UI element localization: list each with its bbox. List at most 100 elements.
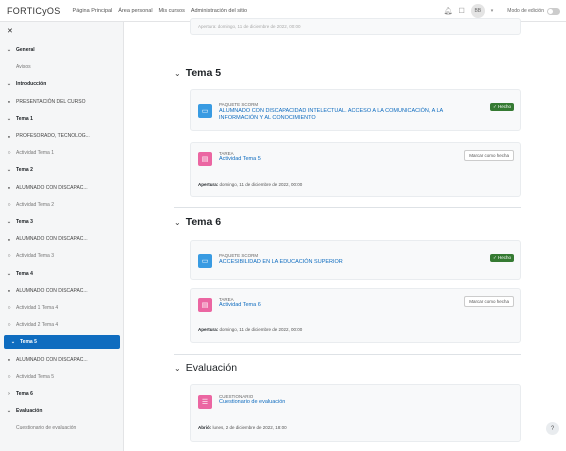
opens-label: Apertura: (198, 182, 219, 187)
quiz-activity-evaluacion[interactable]: ☰ CUESTIONARIO Cuestionario de evaluació… (190, 384, 521, 442)
sidebar-item[interactable]: Avisos (0, 60, 124, 74)
activity-link[interactable]: Actividad Tema 6 (219, 302, 261, 309)
sidebar-item[interactable]: ● ALUMNADO CON DISCAPAC... (0, 181, 124, 195)
activity-link[interactable]: Cuestionario de evaluación (219, 399, 285, 406)
primary-navigation: Página Principal Área personal Mis curso… (73, 8, 254, 14)
assignment-activity-tema5[interactable]: ▤ TAREA Actividad Tema 5 Marcar como hec… (190, 142, 521, 197)
activity-dot-icon: ● (7, 288, 11, 294)
completion-done-badge: ✓ Hecho (489, 103, 514, 111)
sidebar-item[interactable]: ○ Actividad Tema 3 (0, 249, 124, 263)
section-header-tema5[interactable]: ⌄ Tema 5 (174, 67, 221, 79)
chevron-down-icon: ⌄ (6, 47, 12, 53)
activity-dot-icon: ● (7, 185, 11, 191)
incomplete-circle-icon: ○ (7, 305, 11, 311)
assignment-icon: ▤ (198, 152, 212, 166)
sidebar-item[interactable]: ● PROFESORADO, TECNOLOG... (0, 129, 124, 143)
activity-dot-icon: ● (7, 133, 11, 139)
nav-home[interactable]: Página Principal (73, 8, 113, 14)
sidebar-item[interactable]: Cuestionario de evaluación (0, 421, 124, 435)
previous-opens-date: Apertura: domingo, 11 de diciembre de 20… (198, 24, 301, 29)
sidebar-item[interactable]: ● ALUMNADO CON DISCAPAC... (0, 284, 124, 298)
site-brand[interactable]: FORTICyOS (7, 6, 61, 16)
opens-value: lunes, 2 de diciembre de 2022, 18:00 (212, 425, 287, 430)
sidebar-item[interactable]: ⌄ Tema 2 (0, 163, 124, 177)
course-content: Apertura: domingo, 11 de diciembre de 20… (124, 18, 566, 451)
sidebar-item-label: Tema 2 (16, 167, 33, 174)
close-drawer-icon[interactable]: ✕ (7, 27, 13, 35)
assignment-icon: ▤ (198, 298, 212, 312)
sidebar-item-label: Actividad 2 Tema 4 (16, 322, 59, 329)
sidebar-item[interactable]: ○ Actividad Tema 5 (0, 370, 124, 384)
help-button[interactable]: ? (546, 422, 559, 435)
activity-dot-icon: ● (7, 236, 11, 242)
sidebar-item-label: Actividad Tema 1 (16, 150, 54, 157)
sidebar-item[interactable]: ○ Actividad Tema 1 (0, 146, 124, 160)
chevron-down-icon: ⌄ (6, 408, 12, 415)
mark-as-done-button[interactable]: Marcar como hecha (464, 296, 514, 307)
sidebar-item[interactable]: ● PRESENTACIÓN DEL CURSO (0, 95, 124, 109)
activity-link[interactable]: Actividad Tema 5 (219, 156, 261, 163)
incomplete-circle-icon: ○ (7, 253, 11, 260)
nav-dashboard[interactable]: Área personal (118, 8, 152, 14)
edit-mode-toggle[interactable] (547, 7, 560, 15)
scorm-package-icon: ▭ (198, 254, 212, 268)
sidebar-item-label: Cuestionario de evaluación (16, 425, 77, 432)
sidebar-item-label: Tema 4 (16, 270, 33, 277)
sidebar-item-label: Introducción (16, 81, 47, 88)
chevron-down-icon: ⌄ (6, 167, 12, 174)
sidebar-item[interactable]: ⌄ Tema 1 (0, 112, 124, 126)
sidebar-item[interactable]: ⌄ Tema 3 (0, 215, 124, 229)
incomplete-circle-icon: ○ (7, 322, 11, 329)
sidebar-item-label: Actividad Tema 2 (16, 201, 54, 208)
activity-link[interactable]: ALUMNADO CON DISCAPACIDAD INTELECTUAL. A… (219, 108, 459, 122)
chevron-down-icon[interactable]: ⌄ (174, 69, 181, 78)
sidebar-item[interactable]: ● ALUMNADO CON DISCAPAC... (0, 232, 124, 246)
section-title: Tema 5 (185, 67, 222, 79)
chevron-down-icon[interactable]: ⌄ (174, 364, 181, 373)
sidebar-item[interactable]: ⌄ Tema 5 (4, 335, 120, 350)
opens-date: Apertura: domingo, 11 de diciembre de 20… (198, 182, 302, 187)
sidebar-item-label: Evaluación (16, 408, 43, 415)
chevron-down-icon[interactable]: ▾ (491, 8, 494, 14)
sidebar-item-label: Actividad Tema 3 (16, 253, 54, 260)
sidebar-item[interactable]: ⌄ Tema 4 (0, 267, 124, 281)
activity-link[interactable]: ACCESIBILIDAD EN LA EDUCACIÓN SUPERIOR (219, 259, 343, 266)
sidebar-item-label: Actividad Tema 5 (16, 373, 54, 380)
nav-my-courses[interactable]: Mis cursos (159, 8, 185, 14)
chevron-down-icon[interactable]: ⌄ (174, 218, 181, 227)
opens-value: domingo, 11 de diciembre de 2022, 00:00 (219, 182, 303, 187)
sidebar-item[interactable]: › Tema 6 (0, 387, 124, 401)
section-divider (174, 207, 521, 208)
incomplete-circle-icon: ○ (7, 201, 11, 208)
sidebar-item-label: General (16, 47, 35, 53)
mark-as-done-button[interactable]: Marcar como hecha (464, 150, 514, 161)
user-avatar[interactable]: BB (470, 4, 485, 18)
incomplete-circle-icon: ○ (7, 373, 11, 380)
scorm-activity-tema5[interactable]: ▭ PAQUETE SCORM ALUMNADO CON DISCAPACIDA… (190, 89, 521, 131)
bell-icon[interactable]: 🔔︎ (444, 7, 453, 15)
sidebar-item-label: PROFESORADO, TECNOLOG... (16, 133, 90, 139)
assignment-activity-tema6[interactable]: ▤ TAREA Actividad Tema 6 Marcar como hec… (190, 288, 521, 343)
sidebar-item[interactable]: ○ Actividad Tema 2 (0, 198, 124, 212)
sidebar-item[interactable]: ○ Actividad 1 Tema 4 (0, 301, 124, 315)
sidebar-item[interactable]: ⌄ General (0, 43, 124, 57)
sidebar-item-label: PRESENTACIÓN DEL CURSO (16, 98, 86, 105)
nav-site-admin[interactable]: Administración del sitio (191, 8, 247, 14)
section-header-evaluacion[interactable]: ⌄ Evaluación (174, 362, 237, 374)
scorm-activity-tema6[interactable]: ▭ PAQUETE SCORM ACCESIBILIDAD EN LA EDUC… (190, 240, 521, 280)
sidebar-item-label: ALUMNADO CON DISCAPAC... (16, 287, 88, 294)
sidebar-item-label: ALUMNADO CON DISCAPAC... (16, 356, 88, 363)
sidebar-item-label: Tema 6 (16, 391, 33, 397)
opens-date: Apertura: domingo, 11 de diciembre de 20… (198, 327, 302, 332)
sidebar-item[interactable]: ⌄ Evaluación (0, 404, 124, 418)
sidebar-item-label: Actividad 1 Tema 4 (16, 305, 59, 311)
chat-icon[interactable]: ☐ (459, 7, 465, 15)
sidebar-item[interactable]: ○ Actividad 2 Tema 4 (0, 318, 124, 332)
section-header-tema6[interactable]: ⌄ Tema 6 (174, 216, 221, 228)
activity-type: PAQUETE SCORM (219, 253, 259, 258)
sidebar-item[interactable]: ⌄ Introducción (0, 77, 124, 91)
opens-value: domingo, 11 de diciembre de 2022, 00:00 (219, 327, 303, 332)
sidebar-item[interactable]: ● ALUMNADO CON DISCAPAC... (0, 353, 124, 367)
activity-dot-icon: ● (7, 99, 11, 105)
opens-label: Apertura: (198, 327, 219, 332)
